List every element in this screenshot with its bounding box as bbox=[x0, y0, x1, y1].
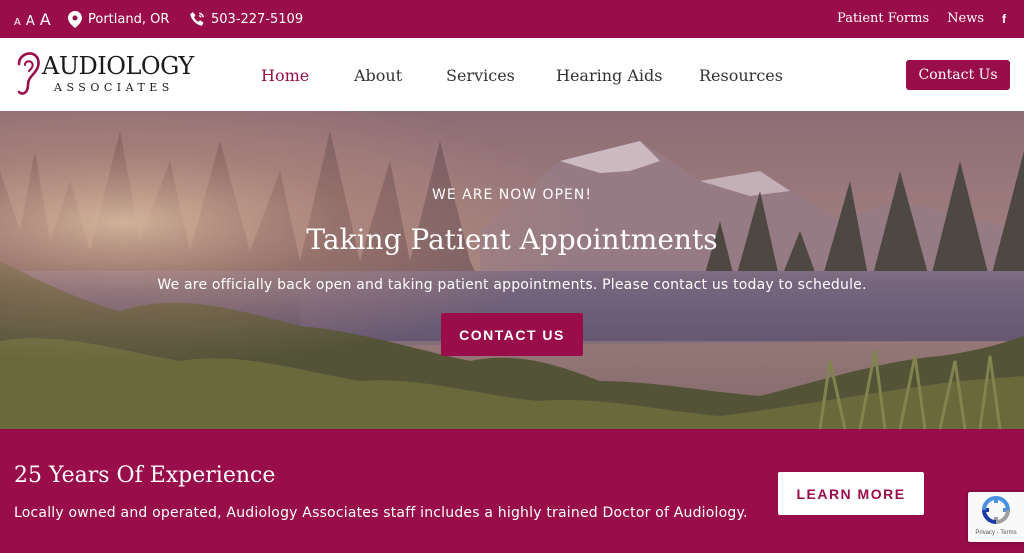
news-link[interactable]: News bbox=[947, 11, 984, 26]
nav-about[interactable]: About bbox=[354, 66, 402, 85]
location: Portland, OR bbox=[68, 11, 169, 28]
logo[interactable]: AUDIOLOGY ASSOCIATES bbox=[14, 52, 194, 98]
hero-contact-button[interactable]: CONTACT US bbox=[441, 313, 583, 356]
hero-overlay bbox=[0, 111, 1024, 429]
patient-forms-link[interactable]: Patient Forms bbox=[837, 11, 929, 26]
recaptcha-badge[interactable]: Privacy - Terms bbox=[968, 492, 1024, 542]
hero-kicker: WE ARE NOW OPEN! bbox=[432, 187, 592, 203]
location-pin-icon bbox=[68, 11, 82, 28]
nav-resources[interactable]: Resources bbox=[699, 66, 783, 85]
recaptcha-icon bbox=[981, 495, 1011, 525]
font-size-medium-button[interactable]: A bbox=[26, 14, 35, 29]
font-size-small-button[interactable]: A bbox=[14, 17, 21, 28]
experience-title: 25 Years Of Experience bbox=[14, 463, 276, 488]
nav-services[interactable]: Services bbox=[446, 66, 515, 85]
phone-icon bbox=[190, 12, 204, 26]
facebook-icon[interactable]: f bbox=[1002, 12, 1006, 26]
font-size-large-button[interactable]: A bbox=[40, 10, 51, 29]
contact-us-button[interactable]: Contact Us bbox=[906, 60, 1010, 90]
site-header: AUDIOLOGY ASSOCIATES Home About Services… bbox=[0, 38, 1024, 111]
hero-title: Taking Patient Appointments bbox=[306, 223, 718, 256]
phone[interactable]: 503-227-5109 bbox=[188, 11, 303, 28]
font-size-controls: A A A bbox=[14, 10, 51, 29]
nav-home[interactable]: Home bbox=[261, 66, 309, 85]
hero-subtitle: We are officially back open and taking p… bbox=[157, 277, 867, 293]
experience-text: Locally owned and operated, Audiology As… bbox=[14, 505, 748, 521]
top-bar: A A A Portland, OR 503-227-5109 Patient … bbox=[0, 0, 1024, 38]
location-text: Portland, OR bbox=[88, 12, 170, 27]
recaptcha-privacy-terms[interactable]: Privacy - Terms bbox=[968, 530, 1024, 536]
experience-band: 25 Years Of Experience Locally owned and… bbox=[0, 429, 1024, 553]
ear-logo-icon bbox=[17, 52, 40, 95]
phone-number[interactable]: 503-227-5109 bbox=[211, 12, 303, 27]
logo-text-main: AUDIOLOGY bbox=[42, 52, 194, 80]
top-links: Patient Forms News f bbox=[837, 11, 1006, 26]
nav-hearing-aids[interactable]: Hearing Aids bbox=[556, 66, 662, 85]
learn-more-button[interactable]: LEARN MORE bbox=[778, 472, 924, 515]
logo-text-sub: ASSOCIATES bbox=[54, 81, 174, 94]
hero-banner: WE ARE NOW OPEN! Taking Patient Appointm… bbox=[0, 111, 1024, 429]
